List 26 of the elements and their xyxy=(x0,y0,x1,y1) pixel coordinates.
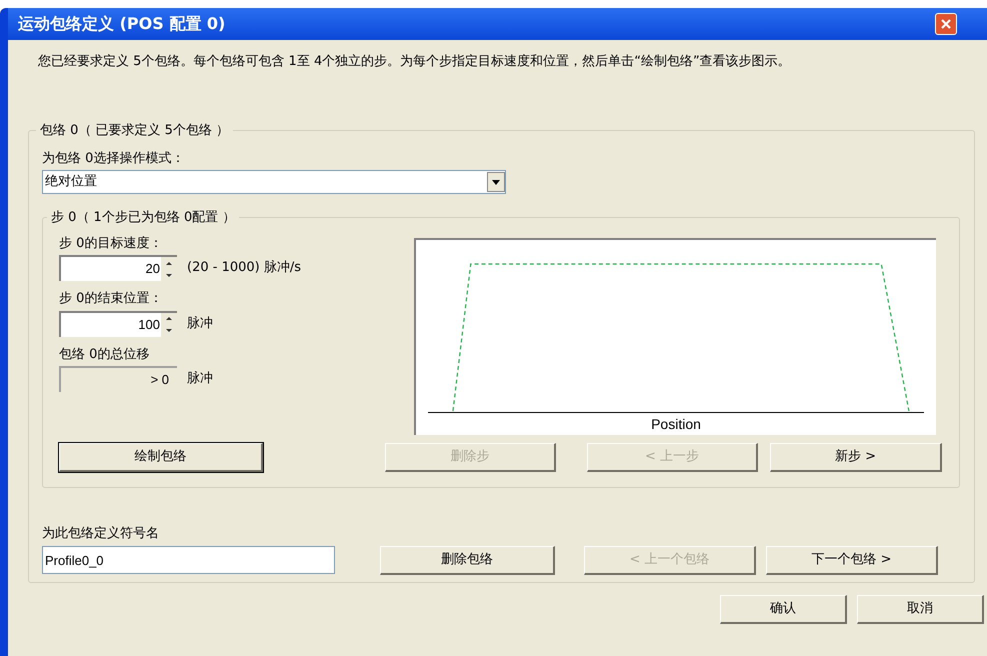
number-spinner[interactable]: 20 xyxy=(59,255,177,281)
readonly-field: > 0 xyxy=(59,366,177,392)
button[interactable]: 删除包络 xyxy=(380,546,555,574)
mode-dropdown[interactable]: 绝对位置 xyxy=(42,170,506,194)
field-label: 步 0的结束位置： xyxy=(59,290,164,308)
button[interactable]: 取消 xyxy=(857,595,984,624)
button[interactable]: 绘制包络 xyxy=(59,442,263,472)
symbol-label: 为此包络定义符号名 xyxy=(42,525,160,543)
group-title: 包络 0（ 已要求定义 5个包络 ） xyxy=(39,122,230,140)
number-spinner[interactable]: 100 xyxy=(59,310,177,336)
unit-label: (20 - 1000) 脉冲/s xyxy=(187,259,302,278)
close-icon xyxy=(940,18,952,30)
button[interactable]: 新步 > xyxy=(770,442,942,472)
unit-label: 脉冲 xyxy=(187,314,213,333)
axis-label: Position xyxy=(651,414,701,434)
group-title: 步 0（ 1个步已为包络 0配置 ） xyxy=(50,209,236,227)
unit-label: 脉冲 xyxy=(187,370,213,388)
close-button[interactable] xyxy=(935,13,957,35)
button[interactable]: 确认 xyxy=(720,595,847,624)
mode-label: 为包络 0选择操作模式： xyxy=(42,150,186,168)
field-label: 包络 0的总位移 xyxy=(59,346,150,364)
field-label: 步 0的目标速度： xyxy=(59,234,164,252)
button[interactable]: 下一个包络 > xyxy=(766,546,938,574)
symbol-name-field[interactable]: Profile0_0 xyxy=(42,546,335,574)
instructions-text: 您已经要求定义 5个包络。每个包络可包含 1至 4个独立的步。为每个步指定目标速度和位置，然后单击“绘制包络”查看该步图示。 xyxy=(38,54,792,69)
window-title: 运动包络定义 (POS 配置 0) xyxy=(18,13,226,35)
